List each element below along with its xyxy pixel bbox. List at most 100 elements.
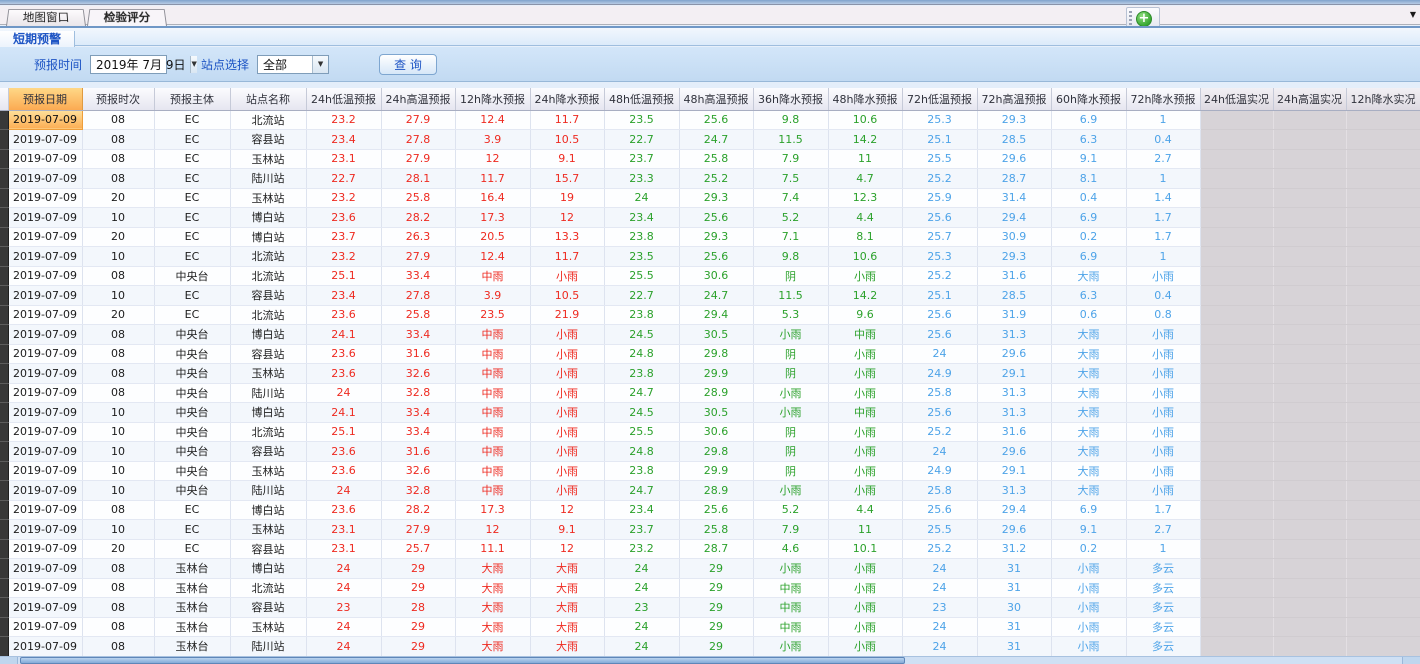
cell[interactable]: 24 [604,188,679,208]
cell[interactable]: 中雨 [455,364,530,384]
cell[interactable] [1273,481,1346,501]
cell[interactable] [1273,305,1346,325]
column-header[interactable]: 24h低温实况 [1200,88,1273,110]
cell[interactable] [1200,403,1273,423]
cell[interactable] [1200,539,1273,559]
column-header[interactable]: 24h高温实况 [1273,88,1346,110]
cell[interactable]: 小雨 [1126,383,1200,403]
cell[interactable]: 23.6 [306,208,381,228]
cell[interactable]: 1 [1126,169,1200,189]
cell[interactable]: 12.4 [455,110,530,130]
cell[interactable] [1200,110,1273,130]
cell[interactable]: 24 [306,617,381,637]
cell[interactable]: 7.9 [753,149,828,169]
cell[interactable] [1346,364,1420,384]
cell[interactable] [1346,130,1420,150]
cell[interactable]: 北流站 [230,247,306,267]
cell[interactable]: 7.4 [753,188,828,208]
cell[interactable]: 32.6 [381,461,455,481]
cell[interactable]: 28.2 [381,208,455,228]
tab-map-window[interactable]: 地图窗口 [6,9,86,26]
column-header[interactable]: 72h降水预报 [1126,88,1200,110]
cell[interactable]: 10.6 [828,110,902,130]
cell[interactable]: 北流站 [230,578,306,598]
cell[interactable] [1200,286,1273,306]
row-selector[interactable] [0,422,8,442]
cell[interactable]: 16.4 [455,188,530,208]
cell[interactable]: 玉林站 [230,364,306,384]
cell[interactable]: 0.4 [1126,286,1200,306]
cell[interactable]: 阴 [753,266,828,286]
cell[interactable]: 25.2 [902,266,977,286]
cell[interactable]: 20 [82,539,154,559]
cell[interactable]: 阴 [753,422,828,442]
cell[interactable]: 24 [306,383,381,403]
row-selector[interactable] [0,637,8,657]
cell[interactable]: 24.7 [604,383,679,403]
cell[interactable]: 9.1 [530,149,604,169]
scrollbar-thumb[interactable] [20,657,905,664]
cell[interactable]: 11.7 [455,169,530,189]
cell[interactable]: 容县站 [230,539,306,559]
cell[interactable] [1273,325,1346,345]
cell[interactable]: 08 [82,617,154,637]
cell[interactable]: 小雨 [530,383,604,403]
cell[interactable]: 小雨 [828,344,902,364]
cell[interactable]: 2019-07-09 [8,461,82,481]
cell[interactable] [1200,266,1273,286]
cell[interactable]: 08 [82,364,154,384]
cell[interactable]: 31.2 [977,539,1051,559]
cell[interactable]: 10 [82,247,154,267]
cell[interactable]: 25.5 [902,149,977,169]
cell[interactable]: 28 [381,598,455,618]
cell[interactable]: 31 [977,559,1051,579]
cell[interactable] [1273,520,1346,540]
cell[interactable]: 大雨 [1051,403,1126,423]
cell[interactable]: 26.3 [381,227,455,247]
cell[interactable] [1200,149,1273,169]
cell[interactable]: 25.8 [902,481,977,501]
cell[interactable]: 29.3 [679,227,753,247]
cell[interactable]: 小雨 [828,442,902,462]
cell[interactable] [1346,461,1420,481]
cell[interactable]: 19 [530,188,604,208]
cell[interactable]: 大雨 [455,559,530,579]
cell[interactable]: 31.4 [977,188,1051,208]
cell[interactable]: 29.9 [679,364,753,384]
cell[interactable]: 玉林站 [230,520,306,540]
cell[interactable]: 小雨 [828,617,902,637]
cell[interactable]: 小雨 [1126,481,1200,501]
cell[interactable]: 23.1 [306,520,381,540]
tab-overflow-arrow-icon[interactable]: ▼ [1410,10,1416,19]
cell[interactable] [1346,266,1420,286]
forecast-date-select[interactable]: 2019年 7月 9日 ▼ [90,55,167,74]
row-selector[interactable] [0,559,8,579]
cell[interactable]: 23.1 [306,539,381,559]
cell[interactable] [1273,227,1346,247]
cell[interactable]: 容县站 [230,344,306,364]
cell[interactable]: 31.3 [977,383,1051,403]
cell[interactable]: 中雨 [455,344,530,364]
cell[interactable]: EC [154,305,230,325]
cell[interactable]: 24.9 [902,364,977,384]
cell[interactable]: 08 [82,149,154,169]
cell[interactable]: 24.7 [679,130,753,150]
cell[interactable]: 中央台 [154,325,230,345]
cell[interactable]: 中雨 [455,325,530,345]
cell[interactable]: 1.4 [1126,188,1200,208]
column-header[interactable]: 12h降水实况 [1346,88,1420,110]
cell[interactable]: 6.9 [1051,500,1126,520]
cell[interactable]: 中雨 [455,266,530,286]
column-header[interactable]: 预报时次 [82,88,154,110]
row-selector[interactable] [0,188,8,208]
cell[interactable]: 中雨 [455,461,530,481]
cell[interactable] [1273,149,1346,169]
station-select[interactable]: 全部 ▼ [257,55,329,74]
cell[interactable]: 小雨 [753,383,828,403]
cell[interactable]: 31.3 [977,403,1051,423]
cell[interactable]: 11.7 [530,110,604,130]
cell[interactable]: 08 [82,598,154,618]
cell[interactable]: 25.2 [902,169,977,189]
cell[interactable] [1273,364,1346,384]
cell[interactable]: 阴 [753,461,828,481]
